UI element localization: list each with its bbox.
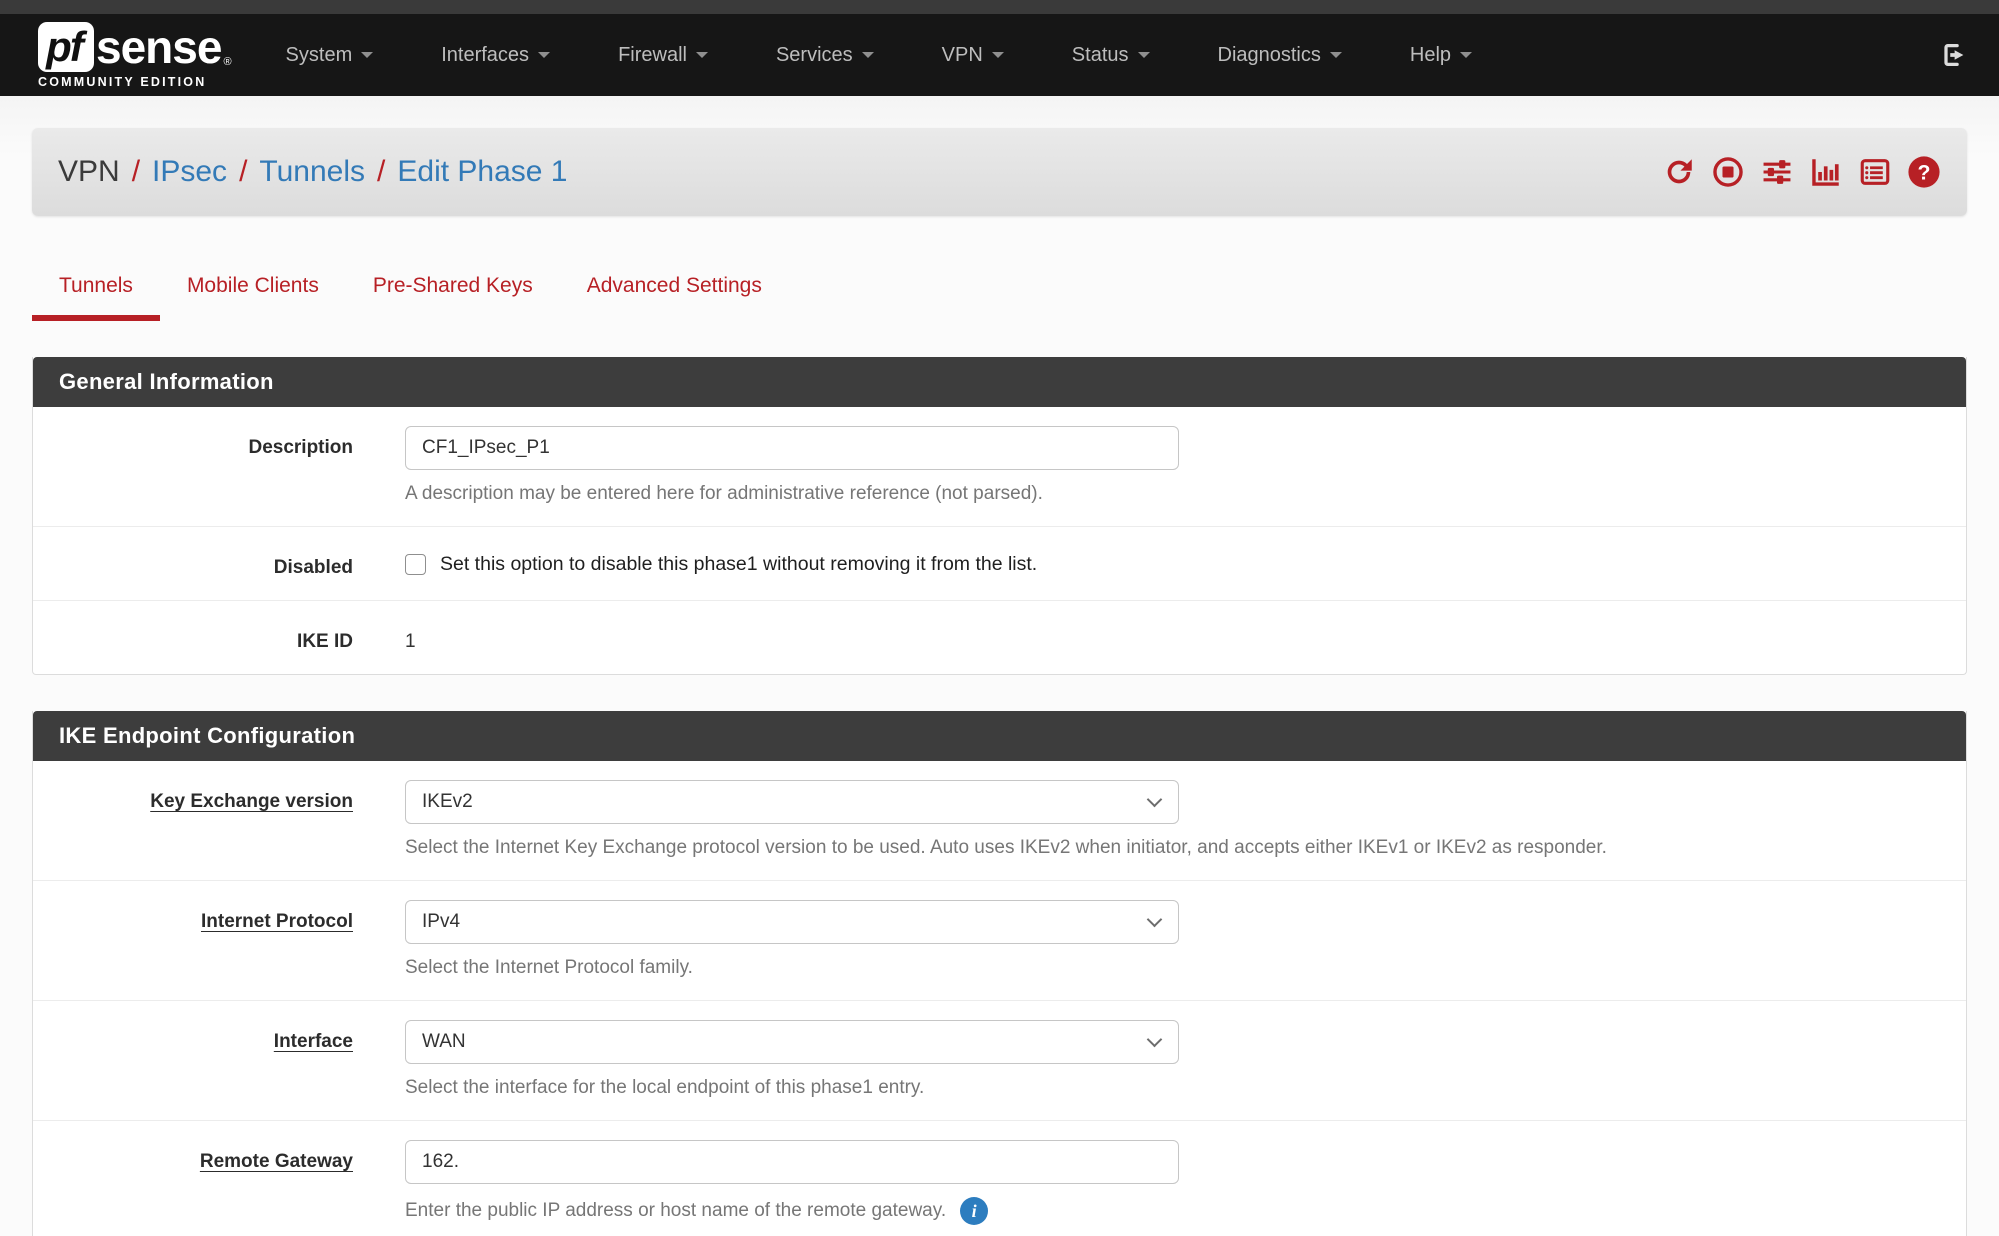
pfsense-logo[interactable]: pf sense ® COMMUNITY EDITION — [38, 22, 232, 89]
logo-text: sense — [96, 24, 221, 70]
chevron-down-icon — [696, 52, 708, 58]
info-icon[interactable]: i — [960, 1197, 988, 1225]
nav-item-diagnostics[interactable]: Diagnostics — [1184, 14, 1376, 96]
ike-id-label: IKE ID — [33, 620, 353, 653]
breadcrumb-separator: / — [120, 155, 152, 189]
refresh-icon[interactable] — [1662, 155, 1696, 189]
chevron-down-icon — [1147, 791, 1163, 807]
top-navbar: pf sense ® COMMUNITY EDITION System Inte… — [0, 14, 1999, 96]
nav-item-label: Diagnostics — [1218, 44, 1321, 67]
nav-item-services[interactable]: Services — [742, 14, 908, 96]
disabled-row: Disabled Set this option to disable this… — [33, 527, 1966, 601]
nav-item-label: Status — [1072, 44, 1129, 67]
breadcrumb-separator: / — [227, 155, 259, 189]
nav-item-system[interactable]: System — [252, 14, 408, 96]
breadcrumb: VPN / IPsec / Tunnels / Edit Phase 1 — [32, 128, 1967, 216]
help-glyph: ? — [1918, 160, 1931, 184]
chevron-down-icon — [862, 52, 874, 58]
selected-value: WAN — [422, 1031, 466, 1053]
ike-id-row: IKE ID 1 — [33, 601, 1966, 674]
chevron-down-icon — [1138, 52, 1150, 58]
section-title: General Information — [33, 357, 1966, 407]
trademark-symbol: ® — [223, 56, 231, 68]
breadcrumb-root: VPN — [58, 155, 120, 189]
remote-gateway-help-text: Enter the public IP address or host name… — [405, 1200, 946, 1222]
nav-item-vpn[interactable]: VPN — [908, 14, 1038, 96]
nav-item-label: System — [286, 44, 353, 67]
internet-protocol-select[interactable]: IPv4 — [405, 900, 1179, 944]
tab-mobile-clients[interactable]: Mobile Clients — [160, 274, 346, 321]
logo-subtitle: COMMUNITY EDITION — [38, 75, 232, 89]
description-input[interactable] — [405, 426, 1179, 470]
ike-id-value: 1 — [405, 620, 1966, 653]
breadcrumb-separator: / — [365, 155, 397, 189]
general-information-panel: General Information Description A descri… — [32, 357, 1967, 675]
breadcrumb-link-tunnels[interactable]: Tunnels — [259, 155, 365, 189]
selected-value: IPv4 — [422, 911, 460, 933]
log-list-icon[interactable] — [1858, 155, 1892, 189]
interface-select[interactable]: WAN — [405, 1020, 1179, 1064]
nav-item-help[interactable]: Help — [1376, 14, 1506, 96]
pfsense-page: pf sense ® COMMUNITY EDITION System Inte… — [0, 0, 1999, 1236]
description-label: Description — [33, 426, 353, 505]
remote-gateway-row: Remote Gateway Enter the public IP addre… — [33, 1121, 1966, 1236]
top-strip — [0, 0, 1999, 14]
key-exchange-version-row: Key Exchange version IKEv2 Select the In… — [33, 761, 1966, 881]
chevron-down-icon — [361, 52, 373, 58]
help-icon[interactable]: ? — [1907, 155, 1941, 189]
tab-advanced-settings[interactable]: Advanced Settings — [560, 274, 789, 321]
section-title: IKE Endpoint Configuration — [33, 711, 1966, 761]
key-exchange-version-help: Select the Internet Key Exchange protoco… — [405, 837, 1966, 859]
disabled-checkbox[interactable] — [405, 554, 426, 575]
key-exchange-version-label: Key Exchange version — [33, 780, 353, 859]
page-title: VPN / IPsec / Tunnels / Edit Phase 1 — [58, 155, 568, 189]
bar-chart-icon[interactable] — [1809, 155, 1843, 189]
disabled-label: Disabled — [33, 546, 353, 579]
nav-item-label: VPN — [942, 44, 983, 67]
disabled-checkbox-label: Set this option to disable this phase1 w… — [440, 553, 1037, 576]
nav-item-label: Interfaces — [441, 44, 529, 67]
nav-item-label: Services — [776, 44, 853, 67]
nav-item-label: Help — [1410, 44, 1451, 67]
sign-out-icon[interactable] — [1939, 40, 1969, 70]
page-action-icons: ? — [1662, 155, 1941, 189]
chevron-down-icon — [538, 52, 550, 58]
tab-tunnels[interactable]: Tunnels — [32, 274, 160, 321]
tab-bar: Tunnels Mobile Clients Pre-Shared Keys A… — [32, 274, 1967, 321]
nav-item-interfaces[interactable]: Interfaces — [407, 14, 584, 96]
internet-protocol-label: Internet Protocol — [33, 900, 353, 979]
chevron-down-icon — [1330, 52, 1342, 58]
ike-endpoint-configuration-panel: IKE Endpoint Configuration Key Exchange … — [32, 711, 1967, 1236]
breadcrumb-link-edit-phase-1[interactable]: Edit Phase 1 — [397, 155, 567, 189]
interface-help: Select the interface for the local endpo… — [405, 1077, 1966, 1099]
page-head: VPN / IPsec / Tunnels / Edit Phase 1 — [0, 96, 1999, 216]
remote-gateway-help: Enter the public IP address or host name… — [405, 1197, 1966, 1225]
tab-pre-shared-keys[interactable]: Pre-Shared Keys — [346, 274, 560, 321]
interface-label: Interface — [33, 1020, 353, 1099]
chevron-down-icon — [1460, 52, 1472, 58]
description-row: Description A description may be entered… — [33, 407, 1966, 527]
nav-item-label: Firewall — [618, 44, 687, 67]
interface-row: Interface WAN Select the interface for t… — [33, 1001, 1966, 1121]
chevron-down-icon — [1147, 911, 1163, 927]
internet-protocol-help: Select the Internet Protocol family. — [405, 957, 1966, 979]
remote-gateway-input[interactable] — [405, 1140, 1179, 1184]
internet-protocol-row: Internet Protocol IPv4 Select the Intern… — [33, 881, 1966, 1001]
selected-value: IKEv2 — [422, 791, 473, 813]
nav-item-firewall[interactable]: Firewall — [584, 14, 742, 96]
nav-menu: System Interfaces Firewall Services VPN … — [252, 14, 1506, 96]
sliders-icon[interactable] — [1760, 155, 1794, 189]
key-exchange-version-select[interactable]: IKEv2 — [405, 780, 1179, 824]
description-help: A description may be entered here for ad… — [405, 483, 1966, 505]
chevron-down-icon — [1147, 1031, 1163, 1047]
stop-icon[interactable] — [1711, 155, 1745, 189]
chevron-down-icon — [992, 52, 1004, 58]
pf-logo-mark: pf — [38, 22, 94, 72]
remote-gateway-label: Remote Gateway — [33, 1140, 353, 1225]
breadcrumb-link-ipsec[interactable]: IPsec — [152, 155, 227, 189]
nav-item-status[interactable]: Status — [1038, 14, 1184, 96]
